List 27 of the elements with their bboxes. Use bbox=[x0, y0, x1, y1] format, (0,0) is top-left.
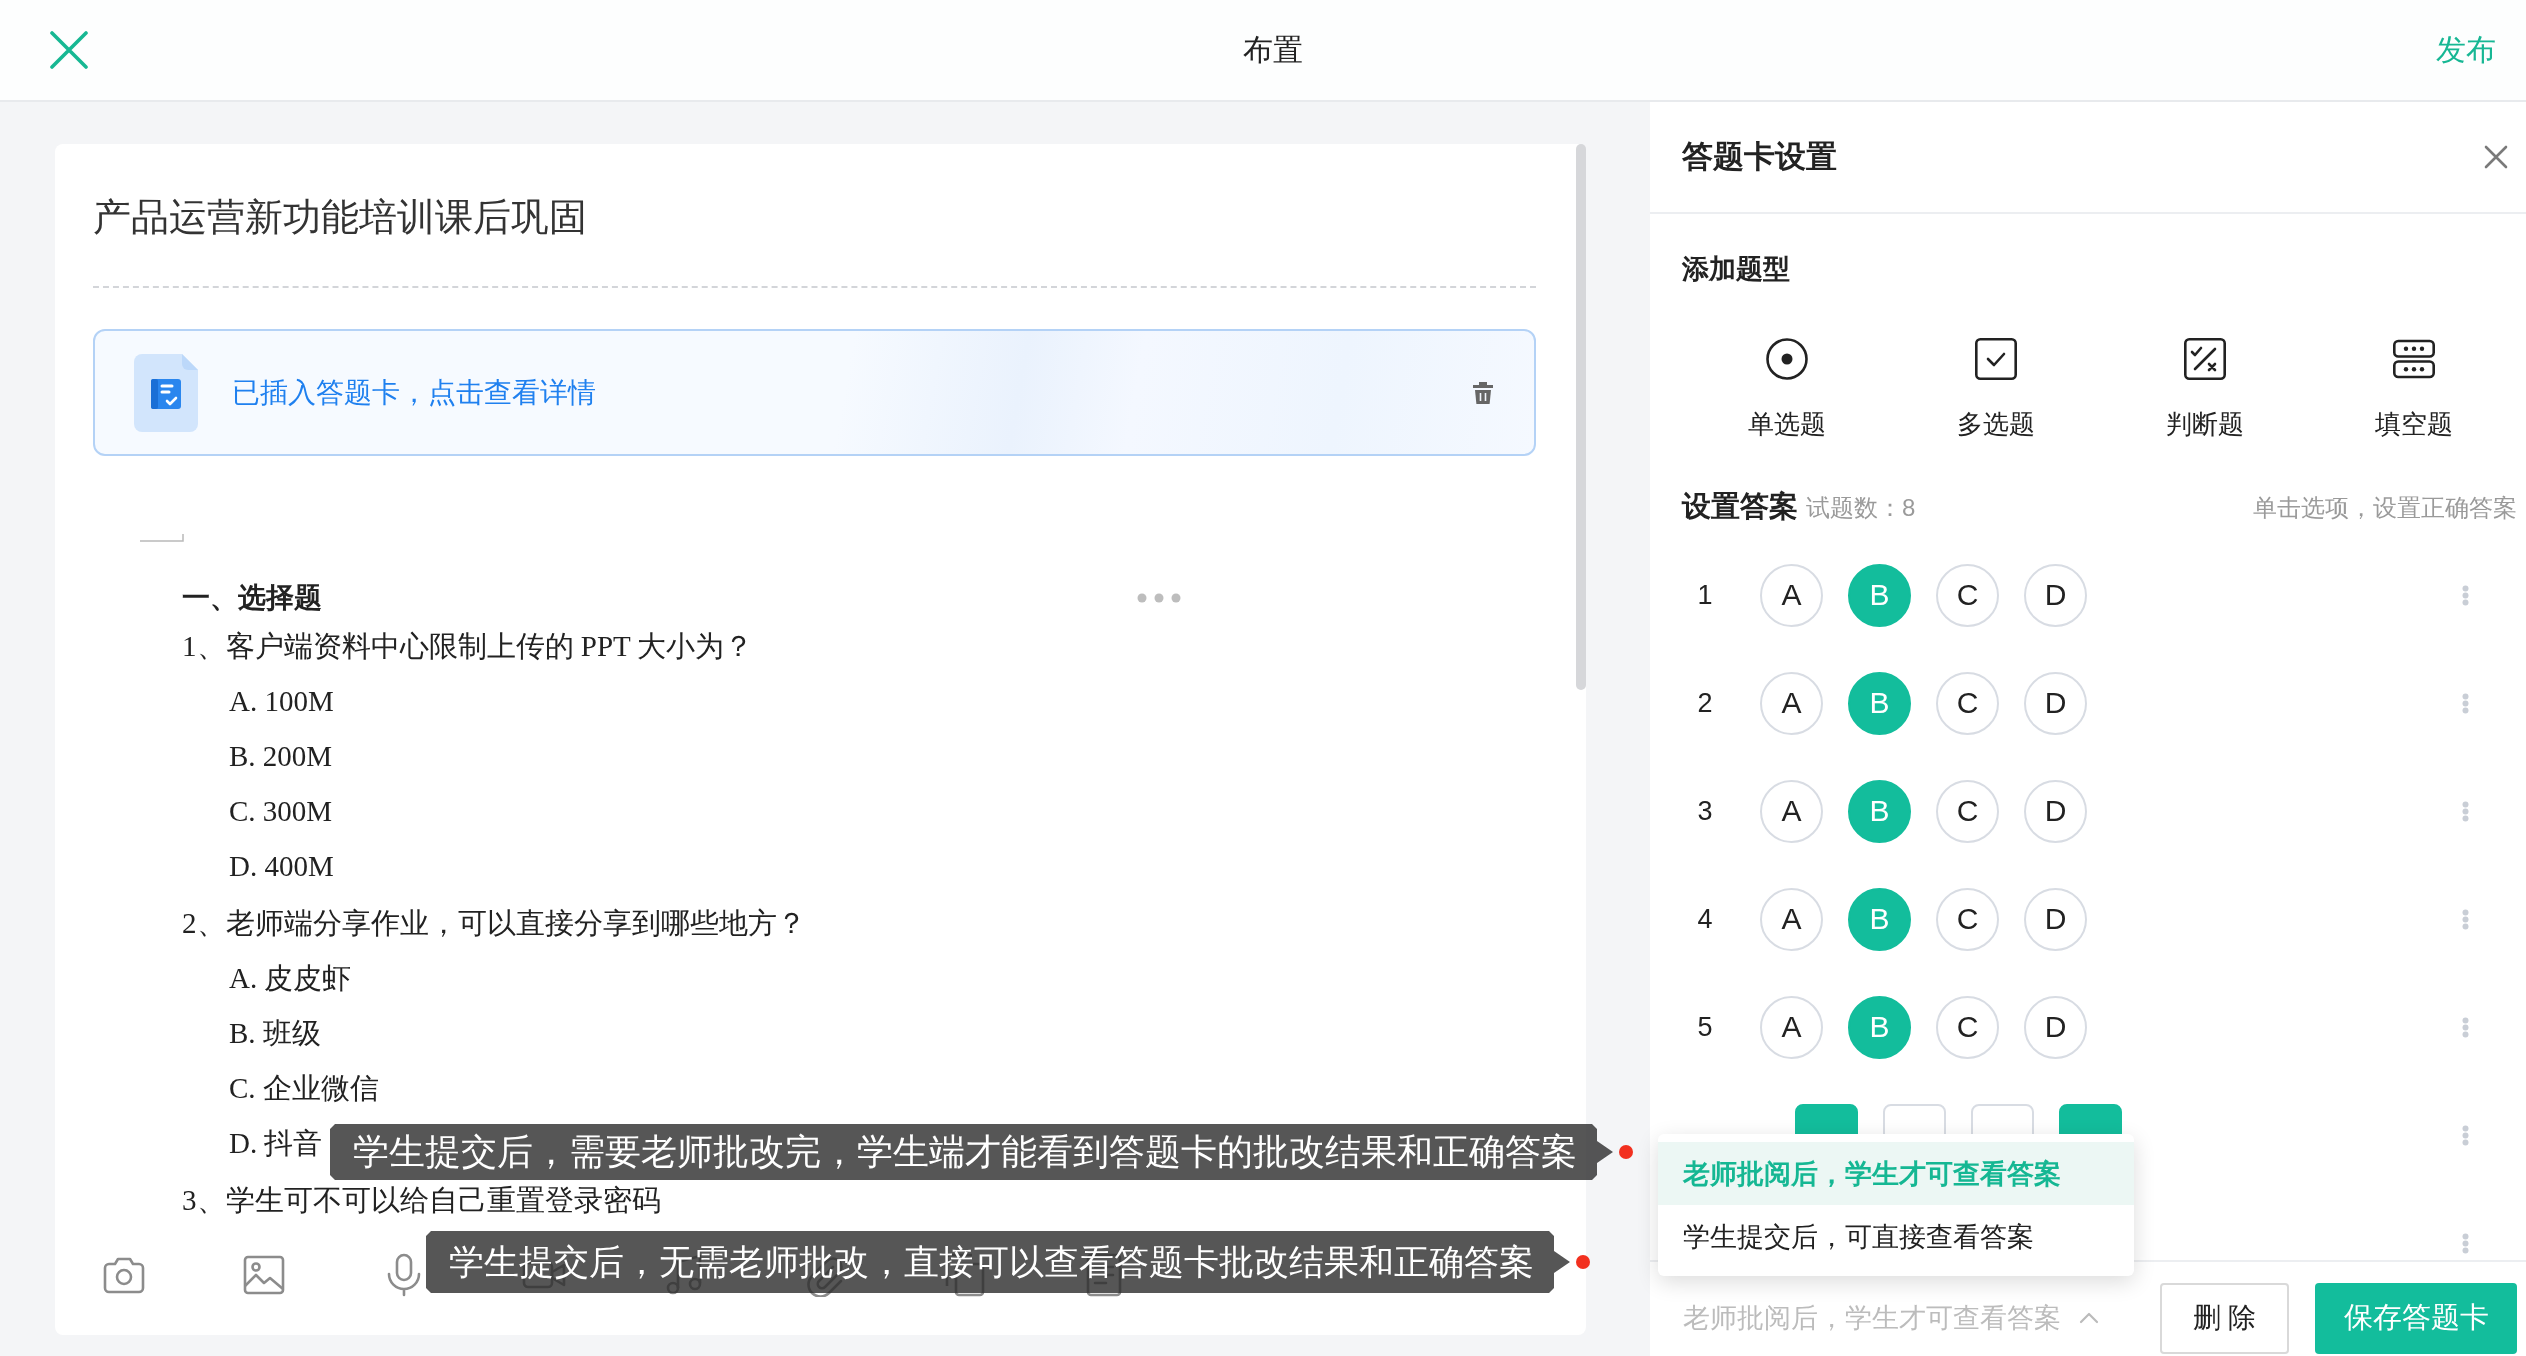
question-number: 4 bbox=[1696, 903, 1714, 935]
page-title: 布置 bbox=[1243, 31, 1303, 68]
option-text: B. 200M bbox=[229, 739, 333, 772]
question-number: 1 bbox=[1696, 579, 1714, 611]
question-text: 2、老师端分享作业，可以直接分享到哪些地方？ bbox=[182, 906, 806, 939]
annotation-tooltip: 学生提交后，需要老师批改完，学生端才能看到答题卡的批改结果和正确答案 bbox=[330, 1124, 1613, 1180]
panel-title: 答题卡设置 bbox=[1682, 138, 1837, 176]
section-title: 添加题型 bbox=[1682, 253, 1790, 286]
annotation-tooltip: 学生提交后，无需老师批改，直接可以查看答题卡批改结果和正确答案 bbox=[426, 1231, 1570, 1293]
option-text: A. 皮皮虾 bbox=[229, 961, 352, 994]
banner-text: 已插入答题卡，点击查看详情 bbox=[232, 375, 596, 410]
option-text: C. 300M bbox=[229, 794, 333, 827]
hint-text: 单击选项，设置正确答案 bbox=[2253, 493, 2517, 523]
question-text: 3、学生可不可以给自己重置登录密码 bbox=[182, 1183, 661, 1216]
question-number: 2 bbox=[1696, 687, 1714, 719]
section-title: 设置答案 bbox=[1682, 489, 1798, 524]
option-text: C. 企业微信 bbox=[229, 1071, 379, 1104]
question-text: 1、客户端资料中心限制上传的 PPT 大小为？ bbox=[182, 629, 754, 662]
question-count: 试题数：8 bbox=[1806, 493, 1916, 523]
option-text: D. 400M bbox=[229, 849, 334, 882]
option-text: A. 100M bbox=[229, 684, 334, 717]
document-title: 产品运营新功能培训课后巩固 bbox=[93, 195, 587, 240]
section-heading: 一、选择题 bbox=[182, 581, 322, 615]
question-number: 5 bbox=[1696, 1011, 1714, 1043]
question-number: 3 bbox=[1696, 795, 1714, 827]
option-text: B. 班级 bbox=[229, 1016, 321, 1049]
option-text: D. 抖音 bbox=[229, 1126, 323, 1159]
